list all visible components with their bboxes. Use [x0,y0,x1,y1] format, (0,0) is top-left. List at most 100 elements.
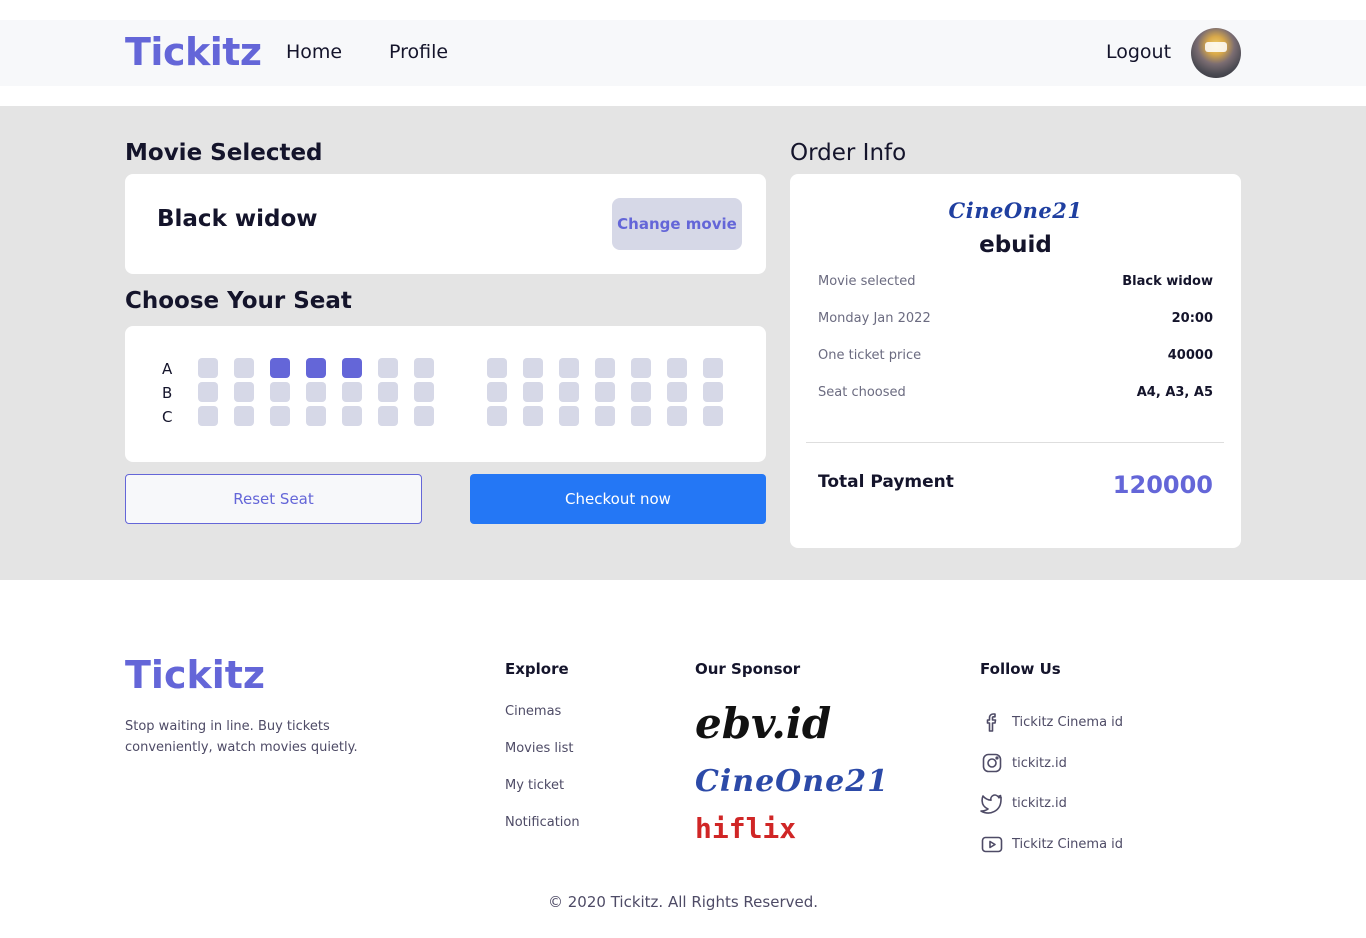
sponsor-ebv-logo: ebv.id [695,699,832,748]
seat-a4[interactable] [306,358,326,378]
order-label: Movie selected [818,274,916,289]
seat-c2[interactable] [234,406,254,426]
seat-a13[interactable] [667,358,687,378]
nav-link-home[interactable]: Home [286,41,342,63]
order-row: Seat choosed A4, A3, A5 [818,385,1213,405]
footer-link-notification[interactable]: Notification [505,815,580,830]
twitter-icon [980,794,1002,814]
seat-c4[interactable] [306,406,326,426]
explore-heading: Explore [505,660,569,678]
copyright: © 2020 Tickitz. All Rights Reserved. [548,893,818,911]
seat-a1[interactable] [198,358,218,378]
seat-map: A B C [125,326,766,462]
divider [806,442,1224,443]
seat-b14[interactable] [703,382,723,402]
brand-logo[interactable]: Tickitz [125,30,262,74]
instagram-icon [982,753,1002,773]
navbar: Tickitz Home Profile Logout [0,20,1366,86]
order-info-card: CineOne21 ebuid Movie selected Black wid… [790,174,1241,548]
seat-b11[interactable] [595,382,615,402]
avatar[interactable] [1191,28,1241,78]
seat-a5[interactable] [342,358,362,378]
nav-link-profile[interactable]: Profile [389,41,448,63]
change-movie-button[interactable]: Change movie [612,198,742,250]
seat-b12[interactable] [631,382,651,402]
footer-brand-logo[interactable]: Tickitz [125,653,265,697]
footer-link-cinemas[interactable]: Cinemas [505,704,561,719]
order-value: A4, A3, A5 [1136,385,1213,400]
seat-c12[interactable] [631,406,651,426]
follow-heading: Follow Us [980,660,1061,678]
seat-c6[interactable] [378,406,398,426]
order-row: Movie selected Black widow [818,274,1213,294]
social-instagram[interactable]: tickitz.id [980,751,1067,775]
seat-a2[interactable] [234,358,254,378]
seat-c9[interactable] [523,406,543,426]
order-row: One ticket price 40000 [818,348,1213,368]
social-label: Tickitz Cinema id [1012,714,1124,730]
seat-c8[interactable] [487,406,507,426]
seat-a3[interactable] [270,358,290,378]
seat-b2[interactable] [234,382,254,402]
seat-c5[interactable] [342,406,362,426]
seat-b3[interactable] [270,382,290,402]
cinema-name: ebuid [979,232,1052,258]
row-label-c: C [162,408,173,426]
seat-c1[interactable] [198,406,218,426]
seat-b5[interactable] [342,382,362,402]
social-twitter[interactable]: tickitz.id [980,791,1067,815]
seat-c13[interactable] [667,406,687,426]
seat-b13[interactable] [667,382,687,402]
seat-a8[interactable] [487,358,507,378]
footer-link-my-ticket[interactable]: My ticket [505,778,564,793]
movie-title: Black widow [157,206,318,232]
row-label-a: A [162,360,173,378]
footer-link-movies-list[interactable]: Movies list [505,741,573,756]
reset-seat-button[interactable]: Reset Seat [125,474,422,524]
seat-c14[interactable] [703,406,723,426]
seat-c11[interactable] [595,406,615,426]
checkout-button[interactable]: Checkout now [470,474,766,524]
seat-b6[interactable] [378,382,398,402]
total-payment-value: 120000 [1112,471,1213,499]
seat-b9[interactable] [523,382,543,402]
order-label: Monday Jan 2022 [818,311,931,326]
seat-c7[interactable] [414,406,434,426]
footer-tagline: Stop waiting in line. Buy tickets conven… [125,719,358,755]
social-label: tickitz.id [1012,755,1067,771]
seat-a12[interactable] [631,358,651,378]
seat-a10[interactable] [559,358,579,378]
seat-c10[interactable] [559,406,579,426]
social-label: Tickitz Cinema id [1012,836,1124,852]
order-info-heading: Order Info [790,140,907,166]
facebook-icon [986,713,997,732]
social-facebook[interactable]: Tickitz Cinema id [980,710,1123,734]
sponsor-cineone-logo: CineOne21 [695,764,889,799]
order-label: Seat choosed [818,385,906,400]
choose-seat-heading: Choose Your Seat [125,288,352,314]
youtube-icon [981,836,1003,853]
logout-link[interactable]: Logout [1106,41,1171,63]
seat-b7[interactable] [414,382,434,402]
social-youtube[interactable]: Tickitz Cinema id [980,832,1123,856]
booking-section: Movie Selected Black widow Change movie … [0,106,1366,580]
seat-b10[interactable] [559,382,579,402]
order-label: One ticket price [818,348,922,363]
seat-a11[interactable] [595,358,615,378]
seat-b8[interactable] [487,382,507,402]
seat-a9[interactable] [523,358,543,378]
seat-a7[interactable] [414,358,434,378]
movie-card: Black widow Change movie [125,174,766,274]
movie-selected-heading: Movie Selected [125,140,323,166]
cinema-logo: CineOne21 [948,198,1083,223]
seat-a6[interactable] [378,358,398,378]
order-value: 40000 [1167,348,1213,363]
sponsor-heading: Our Sponsor [695,660,801,678]
seat-b4[interactable] [306,382,326,402]
order-row: Monday Jan 2022 20:00 [818,311,1213,331]
seat-c3[interactable] [270,406,290,426]
seat-a14[interactable] [703,358,723,378]
order-value: 20:00 [1171,311,1213,326]
seat-b1[interactable] [198,382,218,402]
total-payment-label: Total Payment [818,472,954,492]
